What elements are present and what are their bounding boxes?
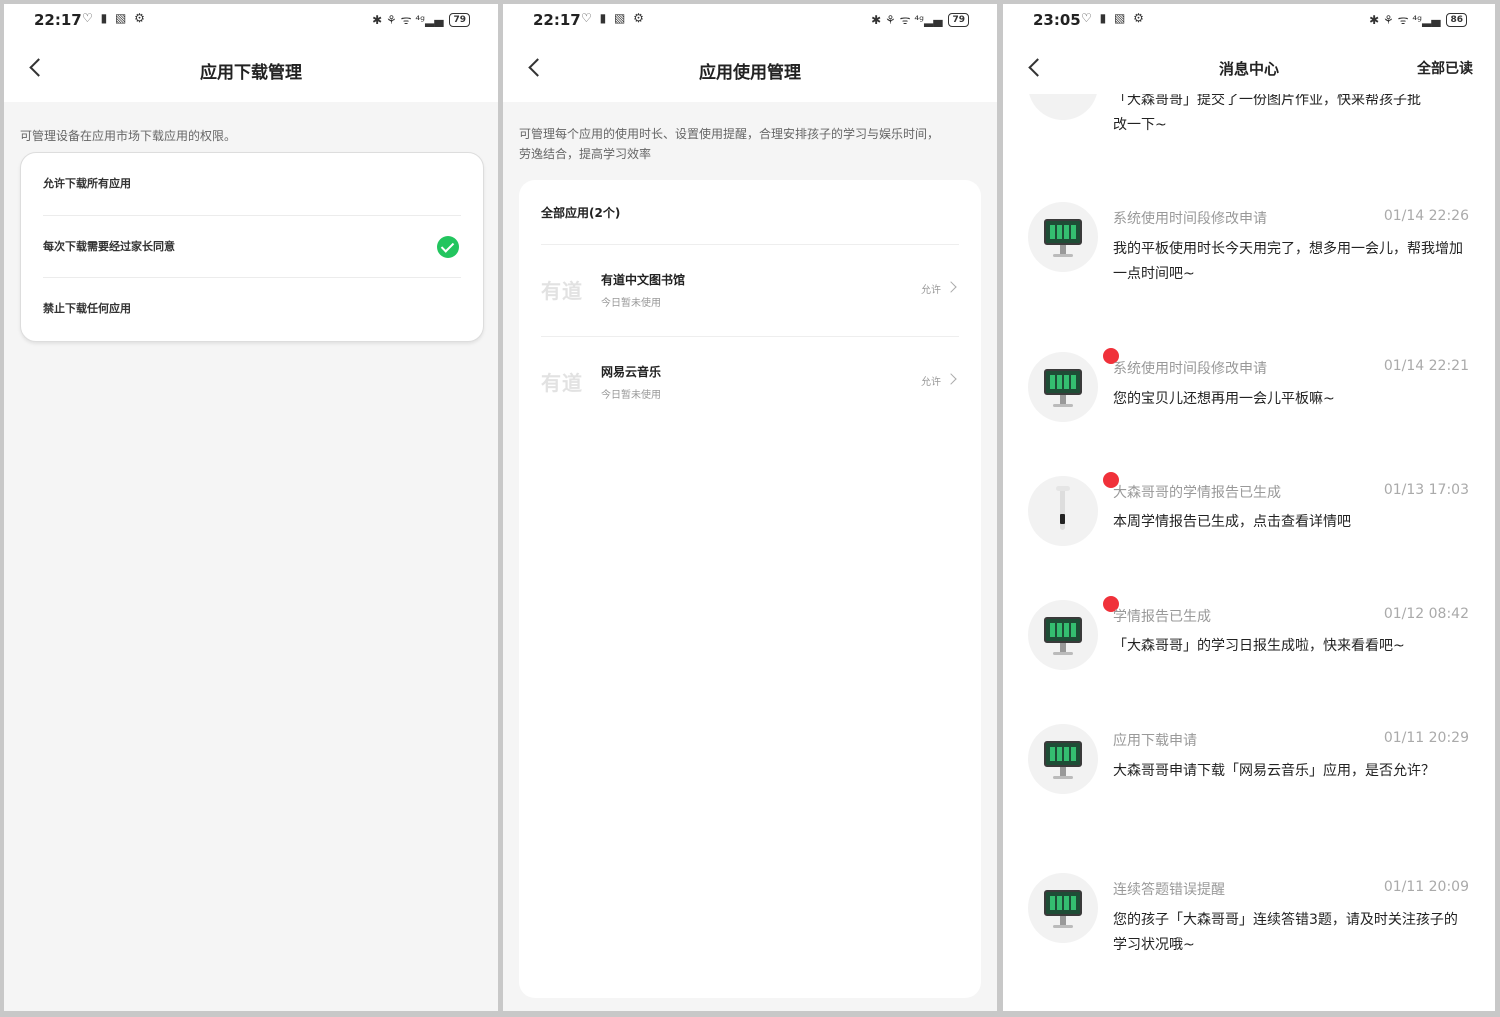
message-text-cont: 改一下~ [1113, 117, 1167, 133]
status-bar: 23:05 ♡ ▮ ▧ ⚙ ✱ ⚘ ᯤ ⁴ᵍ▂▄ 86 [1003, 4, 1495, 36]
status-bar: 22:17 ♡ ▮ ▧ ⚙ ✱ ⚘ ᯤ ⁴ᵍ▂▄ 79 [4, 4, 498, 36]
message-text: 本周学情报告已生成，点击查看详情吧 [1113, 514, 1351, 530]
page-title: 应用下载管理 [200, 63, 302, 83]
message-type: 学情报告已生成 [1113, 609, 1211, 625]
message-item[interactable]: 学情报告已生成 01/12 08:42 「大森哥哥」的学习日报生成啦，快来看看吧… [1003, 594, 1495, 740]
app-list-card: 全部应用(2个) 有道 有道中文图书馆 今日暂未使用 允许 有道 网易云音乐 今… [519, 180, 981, 998]
notification-icons: ♡ ▮ ▧ ⚙ [82, 11, 147, 25]
mark-all-read-button[interactable]: 全部已读 [1417, 58, 1473, 78]
message-time: 01/11 20:09 [1383, 879, 1469, 895]
message-text: 您的宝贝儿还想再用一会儿平板嘛~ [1113, 391, 1335, 407]
option-parent-approval[interactable]: 每次下载需要经过家长同意 [43, 215, 461, 278]
app-usage-status: 今日暂未使用 [601, 390, 661, 401]
message-time: 01/12 08:42 [1383, 606, 1469, 622]
message-item-partial[interactable]: 「大森哥哥」提交了一份图片作业，快来帮孩子批 改一下~ [1003, 50, 1495, 214]
tablet-stand-icon [1053, 767, 1073, 779]
message-time: 01/14 22:21 [1383, 358, 1469, 374]
tablet-icon [1044, 617, 1082, 643]
status-time: 23:05 [1033, 11, 1081, 29]
signal-icon: ✱ ⚘ ᯤ ⁴ᵍ▂▄ [871, 13, 943, 27]
tablet-icon [1044, 369, 1082, 395]
nav-bar: 应用使用管理 [503, 36, 997, 102]
app-name: 有道中文图书馆 [601, 273, 686, 287]
signal-icon: ✱ ⚘ ᯤ ⁴ᵍ▂▄ [372, 13, 444, 27]
device-avatar [1028, 470, 1121, 546]
message-text: 大森哥哥申请下载「网易云音乐」应用，是否允许？ [1113, 763, 1435, 779]
tablet-stand-icon [1053, 395, 1073, 407]
permission-hint: 可管理设备在应用市场下载应用的权限。 [20, 129, 237, 143]
device-avatar [1028, 346, 1121, 422]
page-title: 应用使用管理 [699, 63, 801, 83]
status-time: 22:17 [533, 11, 581, 29]
message-item[interactable]: 系统使用时间段修改申请 01/14 22:21 您的宝贝儿还想再用一会儿平板嘛~ [1003, 346, 1495, 492]
app-permission: 允许 [921, 285, 941, 296]
device-avatar [1028, 724, 1098, 794]
usage-hint-line2: 劳逸结合，提高学习效率 [519, 147, 652, 161]
device-avatar [1028, 594, 1121, 670]
message-time: 01/11 20:29 [1383, 730, 1469, 746]
message-type: 应用下载申请 [1113, 733, 1197, 749]
message-type: 系统使用时间段修改申请 [1113, 211, 1267, 227]
app-usage-management-screen: 22:17 ♡ ▮ ▧ ⚙ ✱ ⚘ ᯤ ⁴ᵍ▂▄ 79 应用使用管理 可管理每个… [503, 4, 997, 1011]
message-text: 我的平板使用时长今天用完了，想多用一会儿，帮我增加一点时间吧~ [1113, 241, 1463, 282]
message-item[interactable]: 连续答题错误提醒 01/11 20:09 您的孩子「大森哥哥」连续答错3题，请及… [1003, 873, 1495, 1011]
usage-hint-line1: 可管理每个应用的使用时长、设置使用提醒，合理安排孩子的学习与娱乐时间， [519, 127, 940, 141]
device-avatar [1028, 202, 1098, 272]
download-settings-content: 可管理设备在应用市场下载应用的权限。 允许下载所有应用 每次下载需要经过家长同意… [4, 102, 498, 1011]
option-label: 每次下载需要经过家长同意 [43, 240, 175, 253]
status-bar: 22:17 ♡ ▮ ▧ ⚙ ✱ ⚘ ᯤ ⁴ᵍ▂▄ 79 [503, 4, 997, 36]
message-type: 系统使用时间段修改申请 [1113, 361, 1267, 377]
download-options-card: 允许下载所有应用 每次下载需要经过家长同意 禁止下载任何应用 [20, 152, 484, 342]
status-time: 22:17 [34, 11, 82, 29]
download-management-screen: 22:17 ♡ ▮ ▧ ⚙ ✱ ⚘ ᯤ ⁴ᵍ▂▄ 79 应用下载管理 可管理设备… [4, 4, 498, 1011]
message-type: 连续答题错误提醒 [1113, 882, 1225, 898]
chevron-right-icon [945, 281, 957, 293]
message-center-screen: 「大森哥哥」提交了一份图片作业，快来帮孩子批 改一下~ 系统使用时间段修改申请 … [1003, 4, 1495, 1011]
app-permission: 允许 [921, 377, 941, 388]
tablet-icon [1044, 890, 1082, 916]
message-time: 01/13 17:03 [1383, 482, 1469, 498]
tablet-stand-icon [1053, 643, 1073, 655]
status-right-icons: ✱ ⚘ ᯤ ⁴ᵍ▂▄ 79 [372, 11, 470, 28]
message-text: 您的孩子「大森哥哥」连续答错3题，请及时关注孩子的学习状况哦~ [1113, 912, 1458, 953]
status-right-icons: ✱ ⚘ ᯤ ⁴ᵍ▂▄ 86 [1369, 11, 1467, 28]
message-item[interactable]: 应用下载申请 01/11 20:29 大森哥哥申请下载「网易云音乐」应用，是否允… [1003, 724, 1495, 864]
tablet-icon [1044, 219, 1082, 245]
app-logo: 有道 [541, 371, 583, 395]
message-text: 「大森哥哥」的学习日报生成啦，快来看看吧~ [1113, 638, 1405, 654]
app-usage-status: 今日暂未使用 [601, 298, 661, 309]
message-item[interactable]: 系统使用时间段修改申请 01/14 22:26 我的平板使用时长今天用完了，想多… [1003, 202, 1495, 342]
status-right-icons: ✱ ⚘ ᯤ ⁴ᵍ▂▄ 79 [871, 11, 969, 28]
battery-icon: 79 [449, 12, 470, 27]
message-time: 01/14 22:26 [1383, 208, 1469, 224]
app-logo: 有道 [541, 279, 583, 303]
app-row[interactable]: 有道 网易云音乐 今日暂未使用 允许 [541, 336, 959, 429]
battery-icon: 86 [1446, 12, 1467, 27]
option-label: 允许下载所有应用 [43, 177, 131, 190]
notification-icons: ♡ ▮ ▧ ⚙ [1081, 11, 1146, 25]
option-forbid-all[interactable]: 禁止下载任何应用 [43, 277, 461, 340]
selected-check-icon [437, 236, 459, 258]
option-label: 禁止下载任何应用 [43, 302, 131, 315]
app-name: 网易云音乐 [601, 365, 662, 379]
tablet-stand-icon [1053, 245, 1073, 257]
tablet-icon [1044, 741, 1082, 767]
nav-bar: 消息中心 全部已读 [1003, 36, 1495, 94]
app-row[interactable]: 有道 有道中文图书馆 今日暂未使用 允许 [541, 244, 959, 337]
nav-bar: 应用下载管理 [4, 36, 498, 102]
chevron-right-icon [945, 373, 957, 385]
lamp-device-icon [1056, 486, 1070, 530]
message-type: 大森哥哥的学情报告已生成 [1113, 485, 1281, 501]
option-allow-all[interactable]: 允许下载所有应用 [43, 153, 461, 215]
tablet-stand-icon [1053, 916, 1073, 928]
battery-icon: 79 [948, 12, 969, 27]
signal-icon: ✱ ⚘ ᯤ ⁴ᵍ▂▄ [1369, 13, 1441, 27]
message-item[interactable]: 大森哥哥的学情报告已生成 01/13 17:03 本周学情报告已生成，点击查看详… [1003, 470, 1495, 616]
device-avatar [1028, 873, 1098, 943]
section-title: 全部应用(2个) [541, 206, 621, 220]
notification-icons: ♡ ▮ ▧ ⚙ [581, 11, 646, 25]
